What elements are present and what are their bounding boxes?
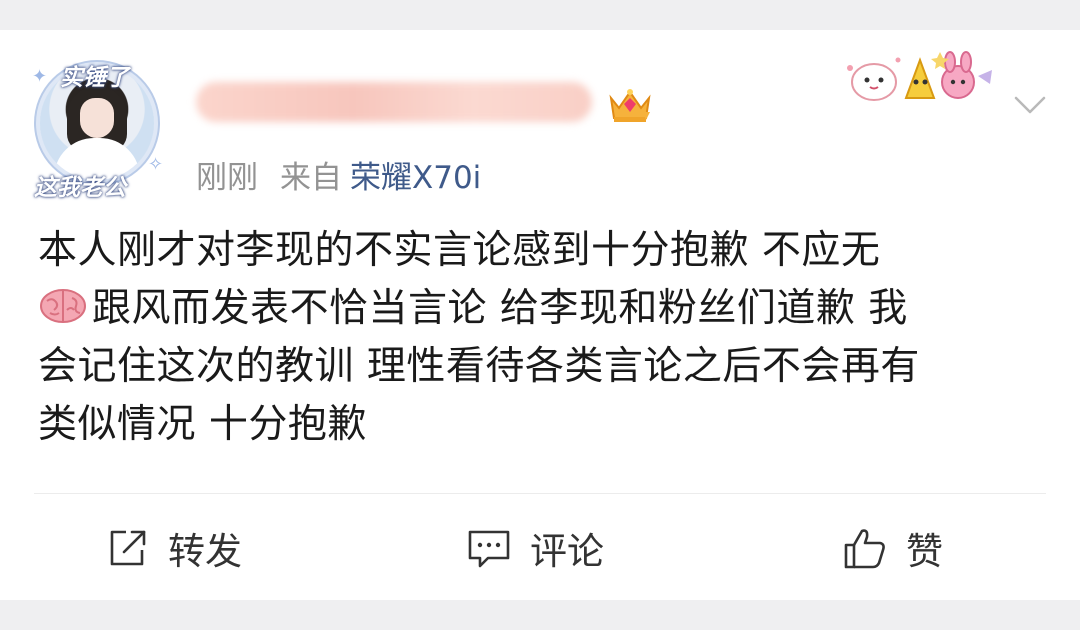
avatar-face	[80, 98, 114, 138]
chevron-down-icon[interactable]	[1012, 88, 1048, 124]
crown-badge-icon	[609, 89, 651, 122]
post-text-line: 类似情况 十分抱歉	[38, 402, 367, 447]
avatar-frame-top-text: 实锤了	[60, 64, 129, 91]
post-body: 本人刚才对李现的不实言论感到十分抱歉 不应无 跟风而发表不恰当言论 给李现和粉丝…	[38, 222, 1048, 454]
repost-button[interactable]: 转发	[106, 520, 242, 576]
like-label: 赞	[906, 530, 943, 573]
repost-icon	[110, 530, 146, 566]
like-button[interactable]: 赞	[842, 520, 943, 576]
post-meta: 刚刚 来自 荣耀X70i	[196, 152, 481, 197]
comment-label: 评论	[530, 530, 604, 573]
avatar-frame-bottom-text: 这我老公	[34, 174, 126, 201]
brain-icon	[40, 289, 86, 323]
avatar-with-frame[interactable]: ✦ ✧ 实锤了 这我老公	[28, 36, 168, 201]
post-source-link[interactable]: 荣耀X70i	[350, 160, 481, 196]
post-text-line-content: 跟风而发表不恰当言论 给李现和粉丝们道歉 我	[92, 286, 908, 331]
post-text-line: 跟风而发表不恰当言论 给李现和粉丝们道歉 我	[38, 280, 1048, 338]
username-blurred[interactable]	[196, 82, 592, 122]
feed-gap	[0, 600, 1080, 630]
divider	[34, 493, 1046, 494]
sparkle-icon: ✦	[32, 66, 48, 87]
comment-icon	[468, 530, 510, 568]
post-text-line: 本人刚才对李现的不实言论感到十分抱歉 不应无	[38, 228, 881, 273]
comment-button[interactable]: 评论	[466, 520, 604, 576]
thumbs-up-icon	[844, 529, 885, 569]
cartoon-decoration-icon	[847, 51, 992, 101]
post-text-line: 会记住这次的教训 理性看待各类言论之后不会再有	[38, 344, 920, 389]
post-from-label: 来自	[280, 160, 342, 196]
repost-label: 转发	[168, 530, 242, 573]
sparkle-icon: ✧	[148, 154, 164, 175]
post-time: 刚刚	[196, 160, 258, 196]
